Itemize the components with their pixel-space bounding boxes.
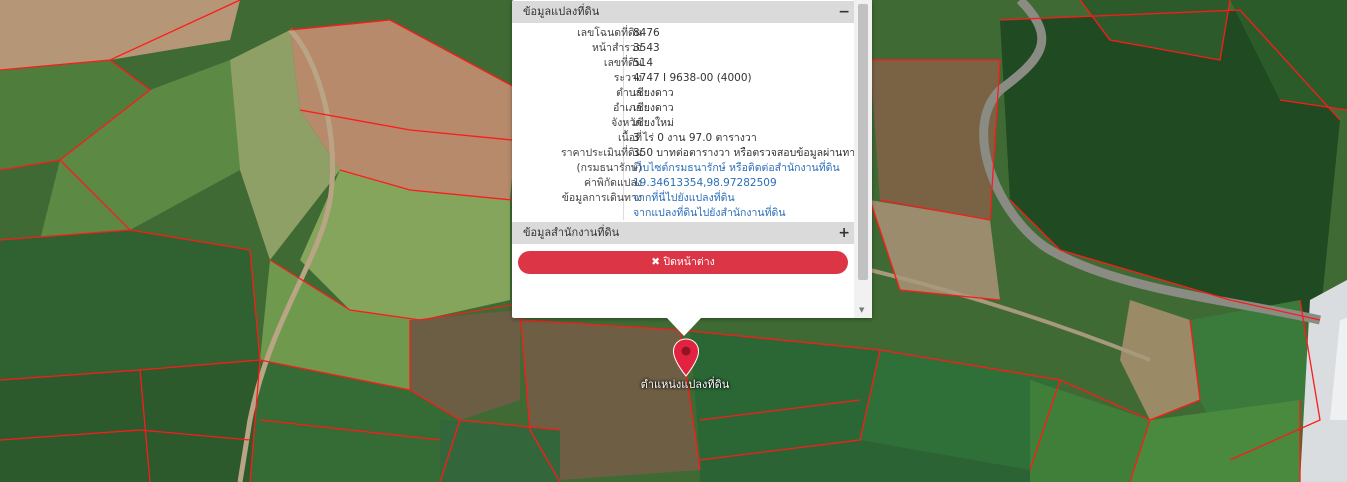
scroll-down-icon[interactable]: ▼ <box>859 306 864 314</box>
info-row: จากแปลงที่ดินไปยังสำนักงานที่ดิน <box>512 206 854 221</box>
land-office-header-label: ข้อมูลสำนักงานที่ดิน <box>523 226 620 239</box>
row-value: เชียงดาว <box>633 102 674 114</box>
collapse-icon[interactable]: − <box>838 1 850 23</box>
info-row: ราคาประเมินที่ดิน 350 บาทต่อตารางวา หรือต… <box>512 146 860 161</box>
row-value: 514 <box>633 57 654 69</box>
coordinates-link[interactable]: 19.34613354,98.97282509 <box>633 176 777 191</box>
treasury-website-link[interactable]: เว็บไซต์กรมธนารักษ์ หรือติดต่อสำนักงานที… <box>633 161 840 176</box>
popup-scrollbar[interactable]: ▼ <box>854 0 872 318</box>
row-label: ข้อมูลการเดินทาง <box>561 192 642 204</box>
row-label: ราคาประเมินที่ดิน <box>560 147 642 159</box>
directions-to-office-link[interactable]: จากแปลงที่ดินไปยังสำนักงานที่ดิน <box>633 206 786 221</box>
info-row: เลขโฉนดที่ดิน 8476 <box>512 26 854 41</box>
marker-label: ตำแหน่งแปลงที่ดิน <box>640 378 730 391</box>
directions-to-parcel-link[interactable]: จากที่นี่ไปยังแปลงที่ดิน <box>633 191 735 206</box>
info-row: อำเภอ เชียงดาว <box>512 101 854 116</box>
info-row: จังหวัด เชียงใหม่ <box>512 116 854 131</box>
location-marker-icon[interactable] <box>672 338 700 378</box>
row-value: เชียงดาว <box>633 87 674 99</box>
land-info-table: เลขโฉนดที่ดิน 8476 หน้าสำรวจ 3543 เลขที่ดิ… <box>512 24 860 224</box>
info-row: เนื้อที่ 3 ไร่ 0 งาน 97.0 ตารางวา <box>512 131 854 146</box>
info-row: หน้าสำรวจ 3543 <box>512 41 854 56</box>
land-info-popup: ข้อมูลแปลงที่ดิน − เลขโฉนดที่ดิน 8476 หน้… <box>512 0 872 318</box>
info-row: ข้อมูลการเดินทาง จากที่นี่ไปยังแปลงที่ดิน <box>512 191 854 206</box>
info-row: ตำบล เชียงดาว <box>512 86 854 101</box>
row-value: 3543 <box>633 42 660 54</box>
row-value: 3 ไร่ 0 งาน 97.0 ตารางวา <box>633 132 757 144</box>
row-value: เชียงใหม่ <box>633 117 674 129</box>
scrollbar-thumb[interactable] <box>858 4 868 280</box>
info-row: เลขที่ดิน 514 <box>512 56 854 71</box>
info-row: ระวาง 4747 I 9638-00 (4000) <box>512 71 854 86</box>
popup-tail <box>667 318 701 336</box>
row-value: 4747 I 9638-00 (4000) <box>633 72 752 84</box>
row-value: 350 บาทต่อตารางวา หรือตรวจสอบข้อมูลผ่านท… <box>633 147 861 159</box>
row-value: 8476 <box>633 27 660 39</box>
info-row: (กรมธนารักษ์) เว็บไซต์กรมธนารักษ์ หรือติด… <box>512 161 854 176</box>
land-info-header-label: ข้อมูลแปลงที่ดิน <box>523 5 600 18</box>
land-info-header[interactable]: ข้อมูลแปลงที่ดิน − <box>512 1 854 23</box>
close-window-button[interactable]: ✖ ปิดหน้าต่าง <box>518 251 848 274</box>
expand-icon[interactable]: + <box>838 222 850 244</box>
land-office-header[interactable]: ข้อมูลสำนักงานที่ดิน + <box>512 222 854 244</box>
info-row: ค่าพิกัดแปลง 19.34613354,98.97282509 <box>512 176 854 191</box>
